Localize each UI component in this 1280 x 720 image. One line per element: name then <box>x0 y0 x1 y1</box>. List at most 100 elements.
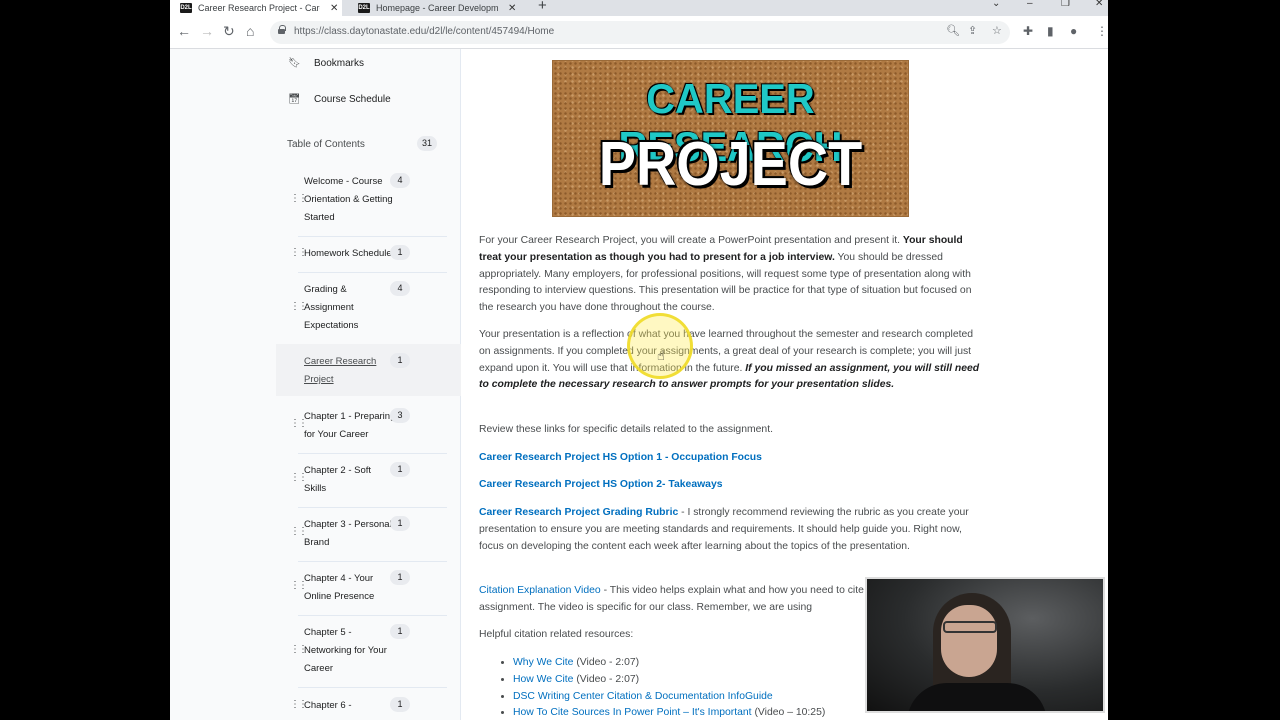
bookmark-star-icon[interactable]: ☆ <box>992 24 1002 37</box>
minimize-icon[interactable]: – <box>1027 0 1033 9</box>
toc-item-count: 1 <box>390 353 410 368</box>
toc-item-label: Career Research Project <box>304 356 377 385</box>
career-research-project-banner: CAREER RESEARCH PROJECT <box>552 60 909 217</box>
divider <box>298 272 447 273</box>
toc-item-count: 3 <box>390 408 410 423</box>
cite-in-powerpoint-link[interactable]: How To Cite Sources In Power Point – It'… <box>513 707 752 718</box>
toc-item-chapter-6[interactable]: ⋮⋮ Chapter 6 - 1 <box>280 697 461 715</box>
home-icon[interactable]: ⌂ <box>246 23 254 39</box>
toc-item-welcome[interactable]: ⋮⋮ Welcome - Course Orientation & Gettin… <box>280 173 461 227</box>
toc-item-count: 4 <box>390 173 410 188</box>
webcam-overlay <box>865 577 1105 713</box>
toc-item-label: Chapter 5 - Networking for Your Career <box>304 627 387 674</box>
reflection-paragraph: Your presentation is a reflection of wha… <box>479 327 982 394</box>
toc-item-career-research-project[interactable]: ⋮⋮ Career Research Project 1 <box>276 344 461 396</box>
intro-text-a: For your Career Research Project, you wi… <box>479 235 903 246</box>
dsc-infoguide-link[interactable]: DSC Writing Center Citation & Documentat… <box>513 691 773 702</box>
url-text[interactable]: https://class.daytonastate.edu/d2l/le/co… <box>294 26 554 37</box>
resource-note: (Video - 2:07) <box>573 657 640 668</box>
toc-item-label: Grading & Assignment Expectations <box>304 284 359 331</box>
intro-paragraph: For your Career Research Project, you wi… <box>479 233 982 317</box>
close-tab-icon[interactable]: ✕ <box>508 3 516 14</box>
content-sidebar: 🔖︎ Bookmarks 📅︎ Course Schedule Table of… <box>170 49 461 720</box>
tab-title: Homepage - Career Developme <box>376 3 498 13</box>
toc-title[interactable]: Table of Contents <box>287 139 365 150</box>
option2-link[interactable]: Career Research Project HS Option 2- Tak… <box>479 479 723 490</box>
divider <box>298 507 447 508</box>
course-schedule-link[interactable]: 📅︎ Course Schedule <box>288 94 391 105</box>
toc-item-label: Chapter 6 - <box>304 700 352 711</box>
extensions-icon[interactable]: ✚ <box>1023 24 1033 38</box>
toc-item-count: 1 <box>390 245 410 260</box>
toc-item-label: Chapter 3 - Personal Brand <box>304 519 392 548</box>
zoom-icon[interactable]: 🔍︎ <box>946 24 960 37</box>
lock-icon[interactable] <box>278 25 286 34</box>
tab-strip: D2L Career Research Project - Caree ✕ D2… <box>170 0 1108 16</box>
side-panel-icon[interactable]: ▮ <box>1047 24 1054 38</box>
divider <box>298 561 447 562</box>
profile-icon[interactable]: ● <box>1070 24 1077 38</box>
divider <box>298 615 447 616</box>
divider <box>298 687 447 688</box>
presenter-glasses <box>943 621 997 633</box>
tab-homepage[interactable]: D2L Homepage - Career Developme ✕ <box>350 0 520 16</box>
hand-cursor-icon: ☝︎ <box>657 348 665 363</box>
bookmarks-link[interactable]: 🔖︎ Bookmarks <box>288 58 364 69</box>
toc-item-count: 1 <box>390 624 410 639</box>
tab-career-research-project[interactable]: D2L Career Research Project - Caree ✕ <box>170 0 342 16</box>
cursor-highlight <box>627 313 693 379</box>
bookmark-icon: 🔖︎ <box>288 58 301 69</box>
presenter-body <box>907 683 1047 711</box>
share-icon[interactable]: ⇪ <box>968 24 977 37</box>
toc-item-count: 1 <box>390 697 410 712</box>
calendar-icon: 📅︎ <box>288 94 301 105</box>
close-window-icon[interactable]: ✕ <box>1095 0 1103 9</box>
toc-item-chapter-5[interactable]: ⋮⋮ Chapter 5 - Networking for Your Caree… <box>280 624 461 678</box>
bookmarks-label: Bookmarks <box>314 58 365 69</box>
toc-item-chapter-1[interactable]: ⋮⋮ Chapter 1 - Preparing for Your Career… <box>280 408 461 444</box>
restore-icon[interactable]: ❐ <box>1061 0 1070 9</box>
toc-item-chapter-3[interactable]: ⋮⋮ Chapter 3 - Personal Brand 1 <box>280 516 461 552</box>
close-tab-icon[interactable]: ✕ <box>330 3 338 14</box>
toc-item-label: Chapter 1 - Preparing for Your Career <box>304 411 396 440</box>
toc-item-label: Chapter 2 - Soft Skills <box>304 465 372 494</box>
d2l-favicon-icon: D2L <box>180 3 192 13</box>
new-tab-button[interactable]: + <box>538 0 547 14</box>
toc-count-badge: 31 <box>417 136 437 151</box>
review-links-text: Review these links for specific details … <box>479 424 773 435</box>
reload-icon[interactable]: ↻ <box>223 23 235 40</box>
option1-link[interactable]: Career Research Project HS Option 1 - Oc… <box>479 452 762 463</box>
presenter-face <box>941 605 997 677</box>
forward-icon[interactable]: → <box>200 23 214 39</box>
divider <box>298 453 447 454</box>
tab-title: Career Research Project - Caree <box>198 3 320 13</box>
toc-item-label: Welcome - Course Orientation & Getting S… <box>304 176 393 223</box>
citation-video-link[interactable]: Citation Explanation Video <box>479 585 601 596</box>
toc-item-count: 1 <box>390 570 410 585</box>
toc-item-homework-schedule[interactable]: ⋮⋮ Homework Schedule 1 <box>280 245 461 263</box>
toc-item-chapter-4[interactable]: ⋮⋮ Chapter 4 - Your Online Presence 1 <box>280 570 461 606</box>
rubric-link[interactable]: Career Research Project Grading Rubric <box>479 507 678 518</box>
back-icon[interactable]: ← <box>177 23 191 39</box>
address-bar[interactable]: https://class.daytonastate.edu/d2l/le/co… <box>270 21 1010 44</box>
rubric-paragraph: Career Research Project Grading Rubric -… <box>479 505 982 555</box>
resource-note: (Video – 10:25) <box>751 707 826 719</box>
divider <box>298 236 447 237</box>
toc-item-grading[interactable]: ⋮⋮ Grading & Assignment Expectations 4 <box>280 281 461 335</box>
course-schedule-label: Course Schedule <box>314 94 391 105</box>
toc-item-count: 1 <box>390 462 410 477</box>
menu-icon[interactable]: ⋮ <box>1096 24 1108 38</box>
banner-line-2: PROJECT <box>598 130 863 199</box>
option2-link-row: Career Research Project HS Option 2- Tak… <box>479 477 982 494</box>
tab-search-chevron-icon[interactable]: ⌄ <box>992 0 1000 9</box>
why-we-cite-link[interactable]: Why We Cite <box>513 657 573 668</box>
toc-item-count: 1 <box>390 516 410 531</box>
citation-paragraph: Citation Explanation Video - This video … <box>479 583 899 617</box>
toc-item-chapter-2[interactable]: ⋮⋮ Chapter 2 - Soft Skills 1 <box>280 462 461 498</box>
toc-item-label: Chapter 4 - Your Online Presence <box>304 573 375 602</box>
resource-note: (Video - 2:07) <box>573 673 640 685</box>
browser-toolbar: ← → ↻ ⌂ https://class.daytonastate.edu/d… <box>170 16 1108 49</box>
how-we-cite-link[interactable]: How We Cite <box>513 674 573 685</box>
option1-link-row: Career Research Project HS Option 1 - Oc… <box>479 450 982 467</box>
toc-item-count: 4 <box>390 281 410 296</box>
